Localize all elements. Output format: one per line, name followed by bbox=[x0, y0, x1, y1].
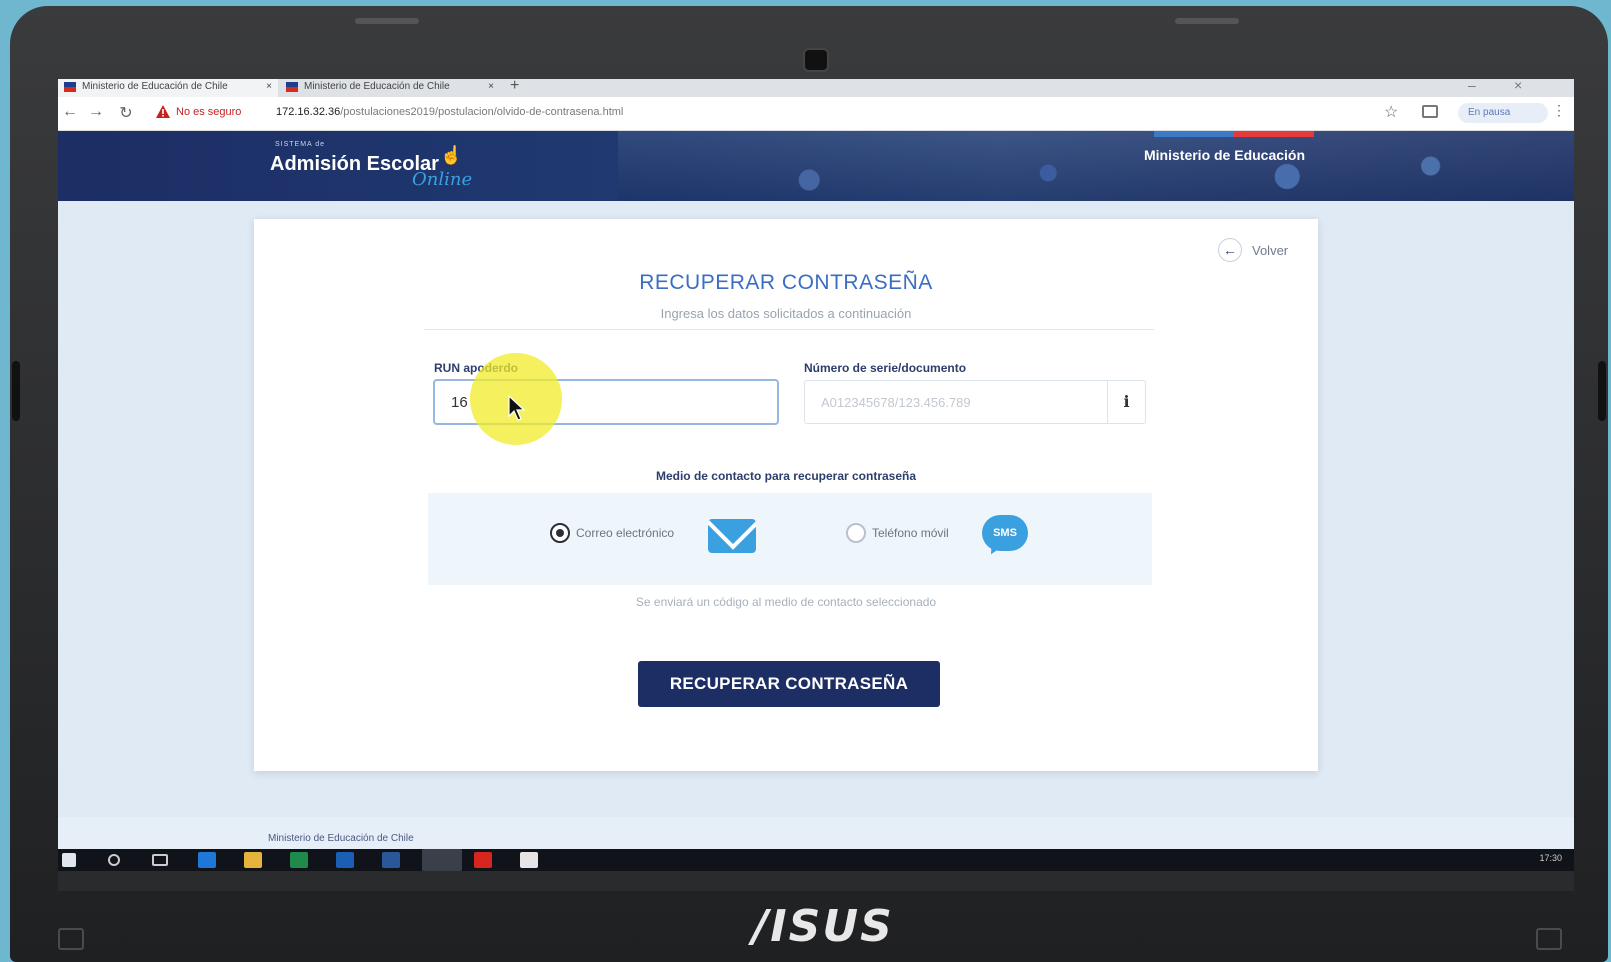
browser-toolbar: ← → ↻ No es seguro 172.16.32.36/postulac… bbox=[58, 97, 1574, 131]
hinge-left bbox=[355, 18, 419, 24]
site-header: SISTEMA de Admisión Escolar ☝ Online Min… bbox=[58, 131, 1574, 201]
tab-title: Ministerio de Educación de Chile bbox=[304, 81, 450, 92]
browser-tab-1[interactable]: Ministerio de Educación de Chile × bbox=[58, 79, 278, 97]
tab-bar: Ministerio de Educación de Chile × Minis… bbox=[58, 79, 1574, 97]
bezel-left-marker bbox=[58, 928, 84, 950]
header-photo bbox=[618, 131, 1574, 201]
side-knob-right bbox=[1598, 361, 1606, 421]
url-host: 172.16.32.36 bbox=[276, 106, 341, 118]
run-label: RUN apoderdo bbox=[434, 361, 518, 375]
hand-icon: ☝ bbox=[440, 145, 463, 165]
hinge-right bbox=[1175, 18, 1239, 24]
sms-icon: SMS bbox=[982, 515, 1030, 558]
email-option-label: Correo electrónico bbox=[576, 526, 675, 540]
bezel-right-marker bbox=[1536, 928, 1562, 950]
laptop-frame: /ISUS Ministerio de Educación de Chile ×… bbox=[10, 6, 1608, 962]
run-input[interactable] bbox=[433, 379, 779, 425]
task-view-icon[interactable] bbox=[152, 854, 168, 866]
arrow-left-icon: ← bbox=[1218, 238, 1242, 262]
asus-logo: /ISUS bbox=[752, 901, 894, 952]
search-icon[interactable] bbox=[108, 854, 120, 866]
taskbar-clock[interactable]: 17:30 bbox=[1539, 853, 1562, 863]
site-footer: Ministerio de Educación de Chile bbox=[58, 817, 1574, 849]
cast-icon[interactable] bbox=[1422, 105, 1438, 118]
brand-tagline: SISTEMA de bbox=[275, 141, 326, 148]
contact-note: Se enviará un código al medio de contact… bbox=[635, 595, 937, 609]
windows-taskbar: 17:30 bbox=[58, 849, 1574, 871]
envelope-icon bbox=[708, 519, 756, 553]
contact-method-label: Medio de contacto para recuperar contras… bbox=[655, 469, 917, 483]
outlook-icon[interactable] bbox=[336, 852, 354, 868]
email-option[interactable]: Correo electrónico bbox=[550, 523, 674, 543]
close-icon[interactable]: × bbox=[266, 79, 272, 95]
excel-icon[interactable] bbox=[290, 852, 308, 868]
bookmark-star-icon[interactable]: ☆ bbox=[1384, 102, 1398, 122]
doc-field: i bbox=[804, 380, 1146, 424]
recover-password-button[interactable]: RECUPERAR CONTRASEÑA bbox=[638, 661, 940, 707]
page-subtitle: Ingresa los datos solicitados a continua… bbox=[660, 306, 912, 321]
back-arrow-icon[interactable]: ← bbox=[60, 103, 80, 121]
acrobat-icon[interactable] bbox=[474, 852, 492, 868]
divider bbox=[424, 329, 1154, 330]
reload-icon[interactable]: ↻ bbox=[116, 103, 136, 123]
notepad-icon[interactable] bbox=[520, 852, 538, 868]
close-icon[interactable]: × bbox=[488, 79, 494, 95]
phone-option-label: Teléfono móvil bbox=[872, 526, 949, 540]
back-label: Volver bbox=[1252, 242, 1289, 258]
windows-start-icon[interactable] bbox=[62, 853, 76, 867]
doc-label: Número de serie/documento bbox=[804, 361, 967, 375]
close-window-icon[interactable]: × bbox=[1514, 79, 1522, 93]
footer-text: Ministerio de Educación de Chile bbox=[268, 833, 414, 844]
page-title: RECUPERAR CONTRASEÑA bbox=[639, 271, 933, 294]
email-radio[interactable] bbox=[550, 523, 570, 543]
phone-radio[interactable] bbox=[846, 523, 866, 543]
side-knob-left bbox=[12, 361, 20, 421]
brand-online: Online bbox=[412, 169, 473, 190]
back-button[interactable]: ← Volver bbox=[1218, 237, 1288, 263]
menu-icon[interactable]: ⋮ bbox=[1552, 102, 1566, 119]
sms-bubble: SMS bbox=[982, 515, 1028, 551]
url-path: /postulaciones2019/postulacion/olvido-de… bbox=[340, 106, 624, 118]
phone-option[interactable]: Teléfono móvil bbox=[846, 523, 949, 543]
contact-method-box: Correo electrónico Teléfono móvil SMS bbox=[428, 493, 1152, 585]
recover-password-card: ← Volver RECUPERAR CONTRASEÑA Ingresa lo… bbox=[254, 219, 1318, 771]
ministry-flag-bar bbox=[1154, 131, 1314, 137]
chile-flag-icon bbox=[286, 82, 298, 92]
tab-title: Ministerio de Educación de Chile bbox=[82, 81, 228, 92]
warning-icon bbox=[156, 105, 170, 118]
browser-tab-2[interactable]: Ministerio de Educación de Chile × bbox=[280, 79, 500, 97]
address-bar[interactable]: 172.16.32.36/postulaciones2019/postulaci… bbox=[276, 106, 623, 118]
webcam bbox=[803, 48, 829, 72]
screen: Ministerio de Educación de Chile × Minis… bbox=[58, 79, 1574, 891]
ministry-label[interactable]: Ministerio de Educación bbox=[1144, 147, 1305, 163]
word-icon[interactable] bbox=[382, 852, 400, 868]
info-icon[interactable]: i bbox=[1107, 381, 1145, 423]
edge-icon[interactable] bbox=[198, 852, 216, 868]
not-secure-label[interactable]: No es seguro bbox=[176, 106, 241, 118]
forward-arrow-icon[interactable]: → bbox=[86, 103, 106, 121]
minimize-icon[interactable]: – bbox=[1468, 79, 1476, 93]
doc-number-input[interactable] bbox=[805, 381, 1109, 423]
chile-flag-icon bbox=[64, 82, 76, 92]
bottom-bezel bbox=[58, 871, 1574, 891]
new-tab-button[interactable]: + bbox=[510, 79, 519, 95]
chrome-icon[interactable] bbox=[422, 849, 462, 871]
profile-paused-button[interactable]: En pausa bbox=[1458, 103, 1548, 123]
file-explorer-icon[interactable] bbox=[244, 852, 262, 868]
